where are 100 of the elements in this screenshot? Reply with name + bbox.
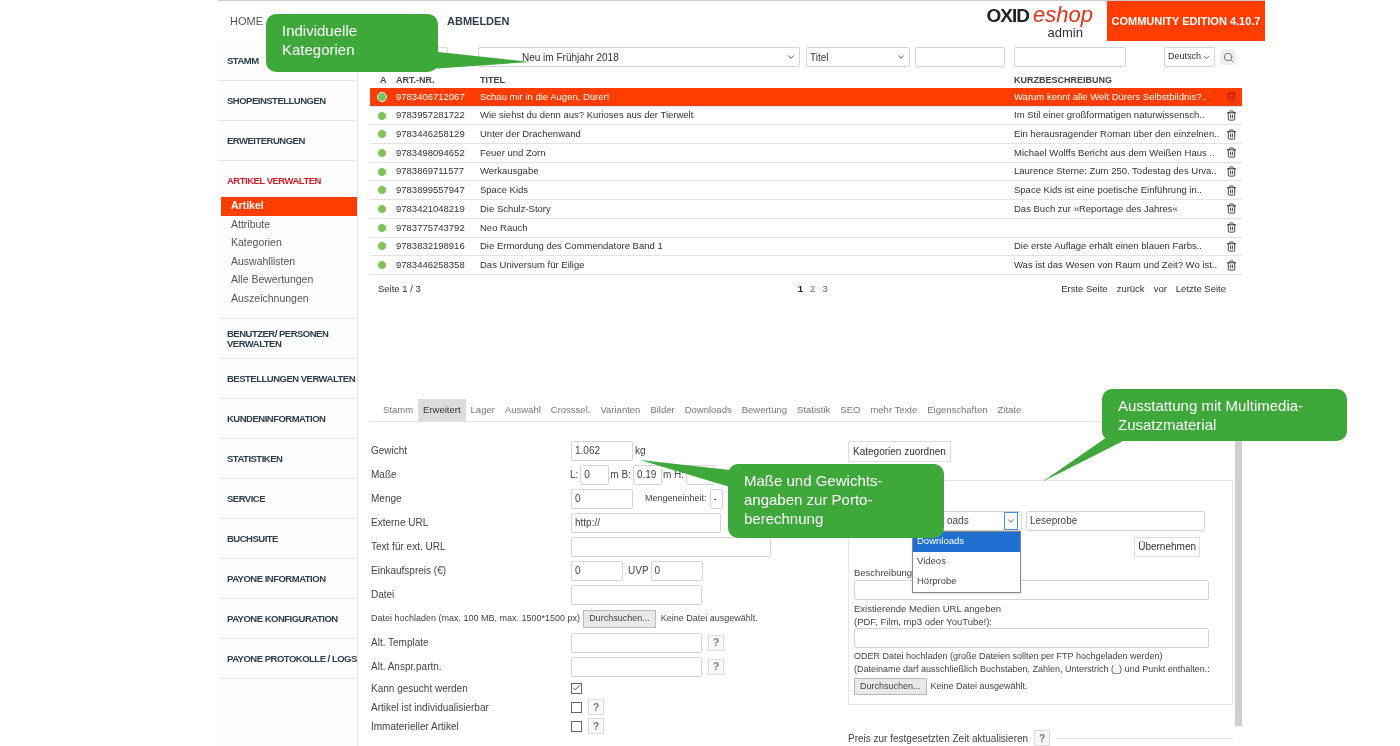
delete-icon[interactable]: [1226, 166, 1237, 178]
tab[interactable]: Stamm: [378, 398, 419, 421]
pager-link[interactable]: Letzte Seite: [1175, 281, 1226, 296]
table-cell-text: Wie siehst du denn aus? Kurioses aus der Tierwelt: [479, 108, 695, 123]
table-row[interactable]: 9783421048219 Die Schulz-Story Das Buch zur »Reportage des Jahres«: [370, 200, 1242, 219]
sidebar-subitem[interactable]: Attribute: [221, 215, 357, 234]
sidebar-subitem[interactable]: Auszeichnungen: [221, 289, 357, 308]
delete-icon[interactable]: [1226, 147, 1237, 159]
tab[interactable]: Statistik: [792, 398, 836, 421]
delete-icon[interactable]: [1226, 184, 1237, 196]
table-row[interactable]: 9783498094652 Feuer und Zorn Michael Wolffs Bericht aus dem Weißen Haus ..: [370, 144, 1242, 163]
sidebar-item[interactable]: ERWEITERUNGEN: [227, 135, 305, 146]
browse-button[interactable]: Durchsuchen...: [854, 677, 927, 695]
delete-icon[interactable]: [1226, 240, 1237, 252]
input-field[interactable]: http://: [571, 512, 721, 533]
table-row[interactable]: 9783869711577 Werkausgabe Laurence Sterne: Zum 250. Todestag des Urva..: [370, 162, 1242, 182]
table-row[interactable]: 9783446258358 Das Universum für Eilige Was ist das Wesen von Raum und Zeit? Wo ist..: [370, 256, 1242, 275]
apply-button[interactable]: Übernehmen: [1134, 536, 1200, 557]
sidebar-item[interactable]: STAMM: [227, 55, 259, 66]
sidebar-item[interactable]: BESTELLUNGEN VERWALTEN: [227, 373, 355, 384]
input-field[interactable]: Leseprobe: [1026, 510, 1205, 531]
tab[interactable]: Eigenschaften: [922, 398, 993, 421]
pager-link[interactable]: Erste Seite: [1061, 281, 1108, 296]
input-field[interactable]: 0.19: [632, 464, 662, 485]
browse-button[interactable]: Durchsuchen...: [583, 609, 656, 628]
checkbox[interactable]: [571, 720, 582, 732]
sidebar-item[interactable]: ARTIKEL VERWALTEN: [227, 175, 321, 186]
table-row[interactable]: 9783899557947 Space Kids Space Kids ist eine poetische Einführung in..: [370, 181, 1242, 201]
delete-icon[interactable]: [1226, 259, 1237, 271]
nav-link[interactable]: HOME: [230, 12, 263, 30]
sidebar-item[interactable]: PAYONE KONFIGURATION: [227, 613, 338, 624]
sidebar-subitem[interactable]: Kategorien: [221, 234, 357, 253]
unit-select[interactable]: -: [709, 488, 723, 509]
category-select[interactable]: Neu im Frühjahr 2018: [478, 47, 800, 67]
sidebar-item[interactable]: PAYONE INFORMATION: [227, 573, 326, 584]
input-field[interactable]: [571, 632, 702, 653]
input-field[interactable]: 0: [571, 560, 623, 581]
tab[interactable]: Lager: [465, 398, 500, 421]
page-link[interactable]: 1: [797, 281, 804, 296]
input-field[interactable]: [571, 584, 702, 605]
input-field[interactable]: [571, 656, 702, 677]
tab[interactable]: Zitate: [992, 398, 1027, 421]
assign-categories-button[interactable]: Kategorien zuordnen: [848, 440, 951, 462]
delete-icon[interactable]: [1226, 110, 1237, 122]
help-button[interactable]: ?: [588, 699, 604, 716]
page-link[interactable]: 2: [810, 281, 816, 296]
nav-link[interactable]: ABMELDEN: [447, 12, 510, 30]
tab[interactable]: Downloads: [679, 398, 737, 421]
sidebar-item[interactable]: PAYONE PROTOKOLLE / LOGS: [227, 653, 357, 664]
dropdown-option[interactable]: Hörprobe: [913, 571, 1020, 592]
input-field[interactable]: 0: [650, 560, 703, 581]
table-row[interactable]: 9783775743792 Neo Rauch: [370, 218, 1242, 238]
field-select[interactable]: Titel: [806, 47, 910, 67]
dropdown-option[interactable]: Downloads: [913, 531, 1020, 552]
table-row[interactable]: 9783446258129 Unter der Drachenwand Ein herausragender Roman über den einzelnen..: [370, 125, 1242, 145]
sidebar-item[interactable]: KUNDENINFORMATION: [227, 413, 326, 424]
caret-icon[interactable]: [1004, 511, 1018, 530]
tab[interactable]: Erweitert: [418, 398, 466, 421]
help-button[interactable]: ?: [588, 718, 604, 735]
checkbox[interactable]: [571, 701, 582, 713]
input-field[interactable]: [854, 627, 1209, 648]
tab[interactable]: mehr Texte: [865, 398, 923, 421]
sidebar-subitem[interactable]: Alle Bewertungen: [221, 271, 357, 290]
tab[interactable]: SEO: [835, 398, 866, 421]
delete-icon[interactable]: [1226, 222, 1237, 234]
tab[interactable]: Bilder: [645, 398, 680, 421]
input-field[interactable]: [571, 536, 771, 557]
search-field[interactable]: [915, 47, 1005, 67]
sidebar-item[interactable]: SHOPEINSTELLUNGEN: [227, 95, 326, 106]
table-row[interactable]: 9783406712067 Schau mir in die Augen, Dürer! Warum kennt alle Welt Dürers Selbstbildnis?..: [370, 88, 1242, 107]
dropdown-option[interactable]: Videos: [913, 551, 1020, 572]
help-button[interactable]: ?: [708, 658, 724, 675]
search-icon[interactable]: [1220, 49, 1236, 65]
help-button[interactable]: ?: [1034, 730, 1051, 746]
help-button[interactable]: ?: [708, 634, 724, 651]
delete-icon[interactable]: [1226, 128, 1237, 140]
input-field[interactable]: 0: [571, 488, 633, 509]
table-row[interactable]: 9783832198916 Die Ermordung des Commendatore Band 1 Die erste Auflage erhält einen blauen Farbs..: [370, 237, 1242, 257]
sidebar-subitem[interactable]: Auswahllisten: [221, 252, 357, 271]
caret-icon[interactable]: [786, 52, 796, 62]
pager-link[interactable]: zurück: [1116, 281, 1145, 296]
tab[interactable]: Auswahl: [499, 398, 546, 421]
caret-icon[interactable]: [896, 52, 906, 62]
tab[interactable]: Crosssel.: [545, 398, 596, 421]
language-select[interactable]: Deutsch: [1164, 47, 1215, 67]
sidebar-subitem[interactable]: Artikel: [221, 197, 357, 216]
input-field[interactable]: 0: [580, 464, 610, 485]
page-link[interactable]: 3: [822, 281, 828, 296]
table-row[interactable]: 9783957281722 Wie siehst du denn aus? Kurioses aus der Tierwelt Im Stil einer großformatigen naturwissensch..: [370, 106, 1242, 126]
filter-field[interactable]: [1014, 47, 1126, 67]
pager-link[interactable]: vor: [1153, 281, 1167, 296]
tab[interactable]: Bewertung: [736, 398, 793, 421]
input-field[interactable]: 1.062: [571, 440, 633, 461]
sidebar-item[interactable]: STATISTIKEN: [227, 453, 283, 464]
tab[interactable]: Varianten: [595, 398, 646, 421]
sidebar-item[interactable]: SERVICE: [227, 493, 266, 504]
sidebar-item[interactable]: BENUTZER/ PERSONEN VERWALTEN: [227, 329, 357, 348]
sidebar-item[interactable]: BUCHSUITE: [227, 533, 278, 544]
delete-icon[interactable]: [1226, 203, 1237, 215]
checkbox[interactable]: [571, 682, 582, 694]
